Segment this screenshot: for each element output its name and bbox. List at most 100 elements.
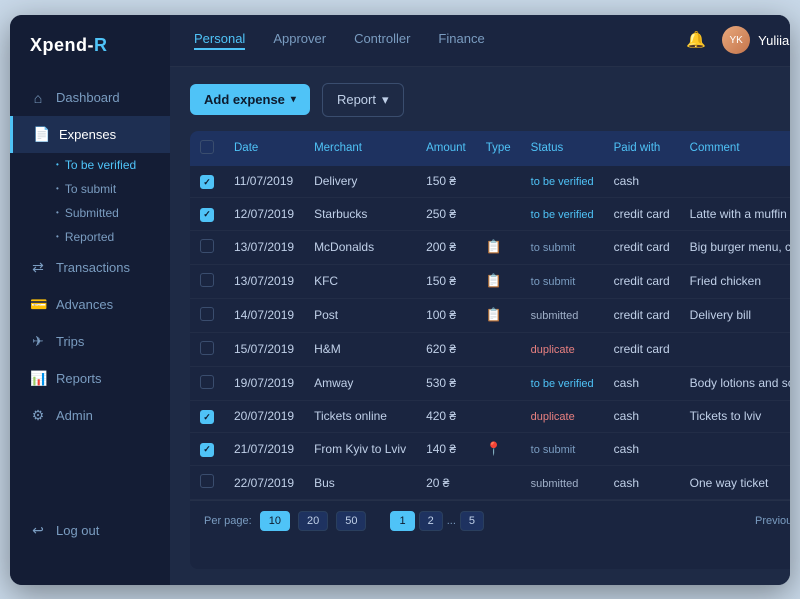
page-2[interactable]: 2: [419, 511, 443, 531]
row-checkbox[interactable]: [200, 443, 214, 457]
cell-merchant: Tickets online: [304, 400, 416, 433]
sidebar-item-reports[interactable]: 📊 Reports: [10, 360, 170, 397]
sidebar-item-trips[interactable]: ✈ Trips: [10, 323, 170, 360]
cell-type: [476, 332, 521, 366]
page-5[interactable]: 5: [460, 511, 484, 531]
document-type-icon: 📋: [486, 273, 502, 288]
expense-table: Date Merchant Amount Type Status Paid wi…: [190, 131, 790, 501]
sidebar-item-transactions[interactable]: ⇄ Transactions: [10, 249, 170, 286]
sidebar-item-expenses[interactable]: 📄 Expenses: [10, 116, 170, 153]
sidebar-label-admin: Admin: [56, 408, 93, 423]
cell-merchant: Post: [304, 298, 416, 332]
cell-type: [476, 198, 521, 231]
row-checkbox[interactable]: [200, 307, 214, 321]
header: Personal Approver Controller Finance 🔔 Y…: [170, 15, 790, 67]
expense-table-wrap: Date Merchant Amount Type Status Paid wi…: [190, 131, 790, 569]
logout-button[interactable]: ↩ Log out: [30, 512, 150, 549]
advances-icon: 💳: [30, 296, 46, 313]
status-badge: to submit: [531, 274, 576, 290]
row-checkbox[interactable]: [200, 208, 214, 222]
table-row: 19/07/2019Amway530 ₴to be verifiedcashBo…: [190, 366, 790, 400]
sidebar-sub-submitted[interactable]: Submitted: [56, 201, 170, 225]
sidebar-sub-to-be-verified[interactable]: To be verified: [56, 153, 170, 177]
user-menu[interactable]: YK Yuliia Koval ▾: [722, 26, 790, 54]
per-page-50[interactable]: 50: [336, 511, 366, 531]
col-paid-with[interactable]: Paid with: [604, 131, 680, 166]
cell-comment: Latte with a muffin: [680, 198, 790, 231]
col-date[interactable]: Date: [224, 131, 304, 166]
per-page-20[interactable]: 20: [298, 511, 328, 531]
table-row: 15/07/2019H&M620 ₴duplicatecredit card: [190, 332, 790, 366]
sidebar-label-advances: Advances: [56, 297, 113, 312]
status-badge: to be verified: [531, 376, 594, 392]
cell-paid-with: credit card: [604, 264, 680, 298]
tab-finance[interactable]: Finance: [438, 31, 484, 50]
col-merchant[interactable]: Merchant: [304, 131, 416, 166]
tab-approver[interactable]: Approver: [273, 31, 326, 50]
cell-comment: Fried chicken: [680, 264, 790, 298]
cell-merchant: KFC: [304, 264, 416, 298]
sidebar-nav: ⌂ Dashboard 📄 Expenses To be verified To…: [10, 80, 170, 496]
table-row: 11/07/2019Delivery150 ₴to be verifiedcas…: [190, 166, 790, 198]
header-right: 🔔 YK Yuliia Koval ▾: [686, 26, 790, 54]
cell-merchant: Amway: [304, 366, 416, 400]
cell-merchant: Bus: [304, 466, 416, 500]
report-button[interactable]: Report ▾: [322, 83, 404, 117]
tab-personal[interactable]: Personal: [194, 31, 245, 50]
sidebar-sub-to-submit[interactable]: To submit: [56, 177, 170, 201]
cell-amount: 420 ₴: [416, 400, 476, 433]
status-badge: to submit: [531, 442, 576, 458]
cell-amount: 140 ₴: [416, 433, 476, 466]
cell-paid-with: credit card: [604, 230, 680, 264]
user-name: Yuliia Koval: [758, 33, 790, 48]
row-checkbox[interactable]: [200, 239, 214, 253]
add-expense-button[interactable]: Add expense ▾: [190, 84, 310, 115]
cell-paid-with: credit card: [604, 198, 680, 231]
cell-comment: [680, 166, 790, 198]
cell-comment: Tickets to lviv: [680, 400, 790, 433]
sidebar-item-admin[interactable]: ⚙ Admin: [10, 397, 170, 434]
main-panel: Personal Approver Controller Finance 🔔 Y…: [170, 15, 790, 585]
cell-comment: Body lotions and scrub: [680, 366, 790, 400]
cell-type: [476, 166, 521, 198]
row-checkbox[interactable]: [200, 273, 214, 287]
report-chevron-icon: ▾: [382, 92, 389, 108]
col-comment[interactable]: Comment: [680, 131, 790, 166]
per-page-label: Per page:: [204, 515, 252, 527]
cell-type: 📋: [476, 264, 521, 298]
cell-date: 13/07/2019: [224, 264, 304, 298]
row-checkbox[interactable]: [200, 375, 214, 389]
previous-button[interactable]: Previous: [755, 515, 790, 527]
page-1[interactable]: 1: [390, 511, 414, 531]
sidebar-item-advances[interactable]: 💳 Advances: [10, 286, 170, 323]
table-row: 12/07/2019Starbucks250 ₴to be verifiedcr…: [190, 198, 790, 231]
row-checkbox[interactable]: [200, 410, 214, 424]
avatar-initials: YK: [730, 35, 743, 46]
row-checkbox[interactable]: [200, 474, 214, 488]
cell-merchant: Delivery: [304, 166, 416, 198]
sidebar-sub-reported[interactable]: Reported: [56, 225, 170, 249]
cell-date: 13/07/2019: [224, 230, 304, 264]
document-type-icon: 📋: [486, 239, 502, 254]
tab-controller[interactable]: Controller: [354, 31, 410, 50]
document-icon: 📄: [33, 126, 49, 143]
col-checkbox: [190, 131, 224, 166]
select-all-checkbox[interactable]: [200, 140, 214, 154]
col-amount[interactable]: Amount: [416, 131, 476, 166]
table-header-row: Date Merchant Amount Type Status Paid wi…: [190, 131, 790, 166]
row-checkbox[interactable]: [200, 175, 214, 189]
notification-bell[interactable]: 🔔: [686, 30, 706, 50]
col-status[interactable]: Status: [521, 131, 604, 166]
sidebar-item-dashboard[interactable]: ⌂ Dashboard: [10, 80, 170, 116]
cell-date: 20/07/2019: [224, 400, 304, 433]
cell-comment: One way ticket: [680, 466, 790, 500]
cell-paid-with: credit card: [604, 332, 680, 366]
pagination: Per page: 10 20 50 1 2 ... 5 Previous Ne…: [190, 500, 790, 541]
per-page-10[interactable]: 10: [260, 511, 290, 531]
table-row: 20/07/2019Tickets online420 ₴duplicateca…: [190, 400, 790, 433]
col-type[interactable]: Type: [476, 131, 521, 166]
row-checkbox[interactable]: [200, 341, 214, 355]
pin-type-icon: 📍: [486, 441, 502, 456]
cell-date: 15/07/2019: [224, 332, 304, 366]
app-logo: Xpend-R: [10, 35, 170, 80]
